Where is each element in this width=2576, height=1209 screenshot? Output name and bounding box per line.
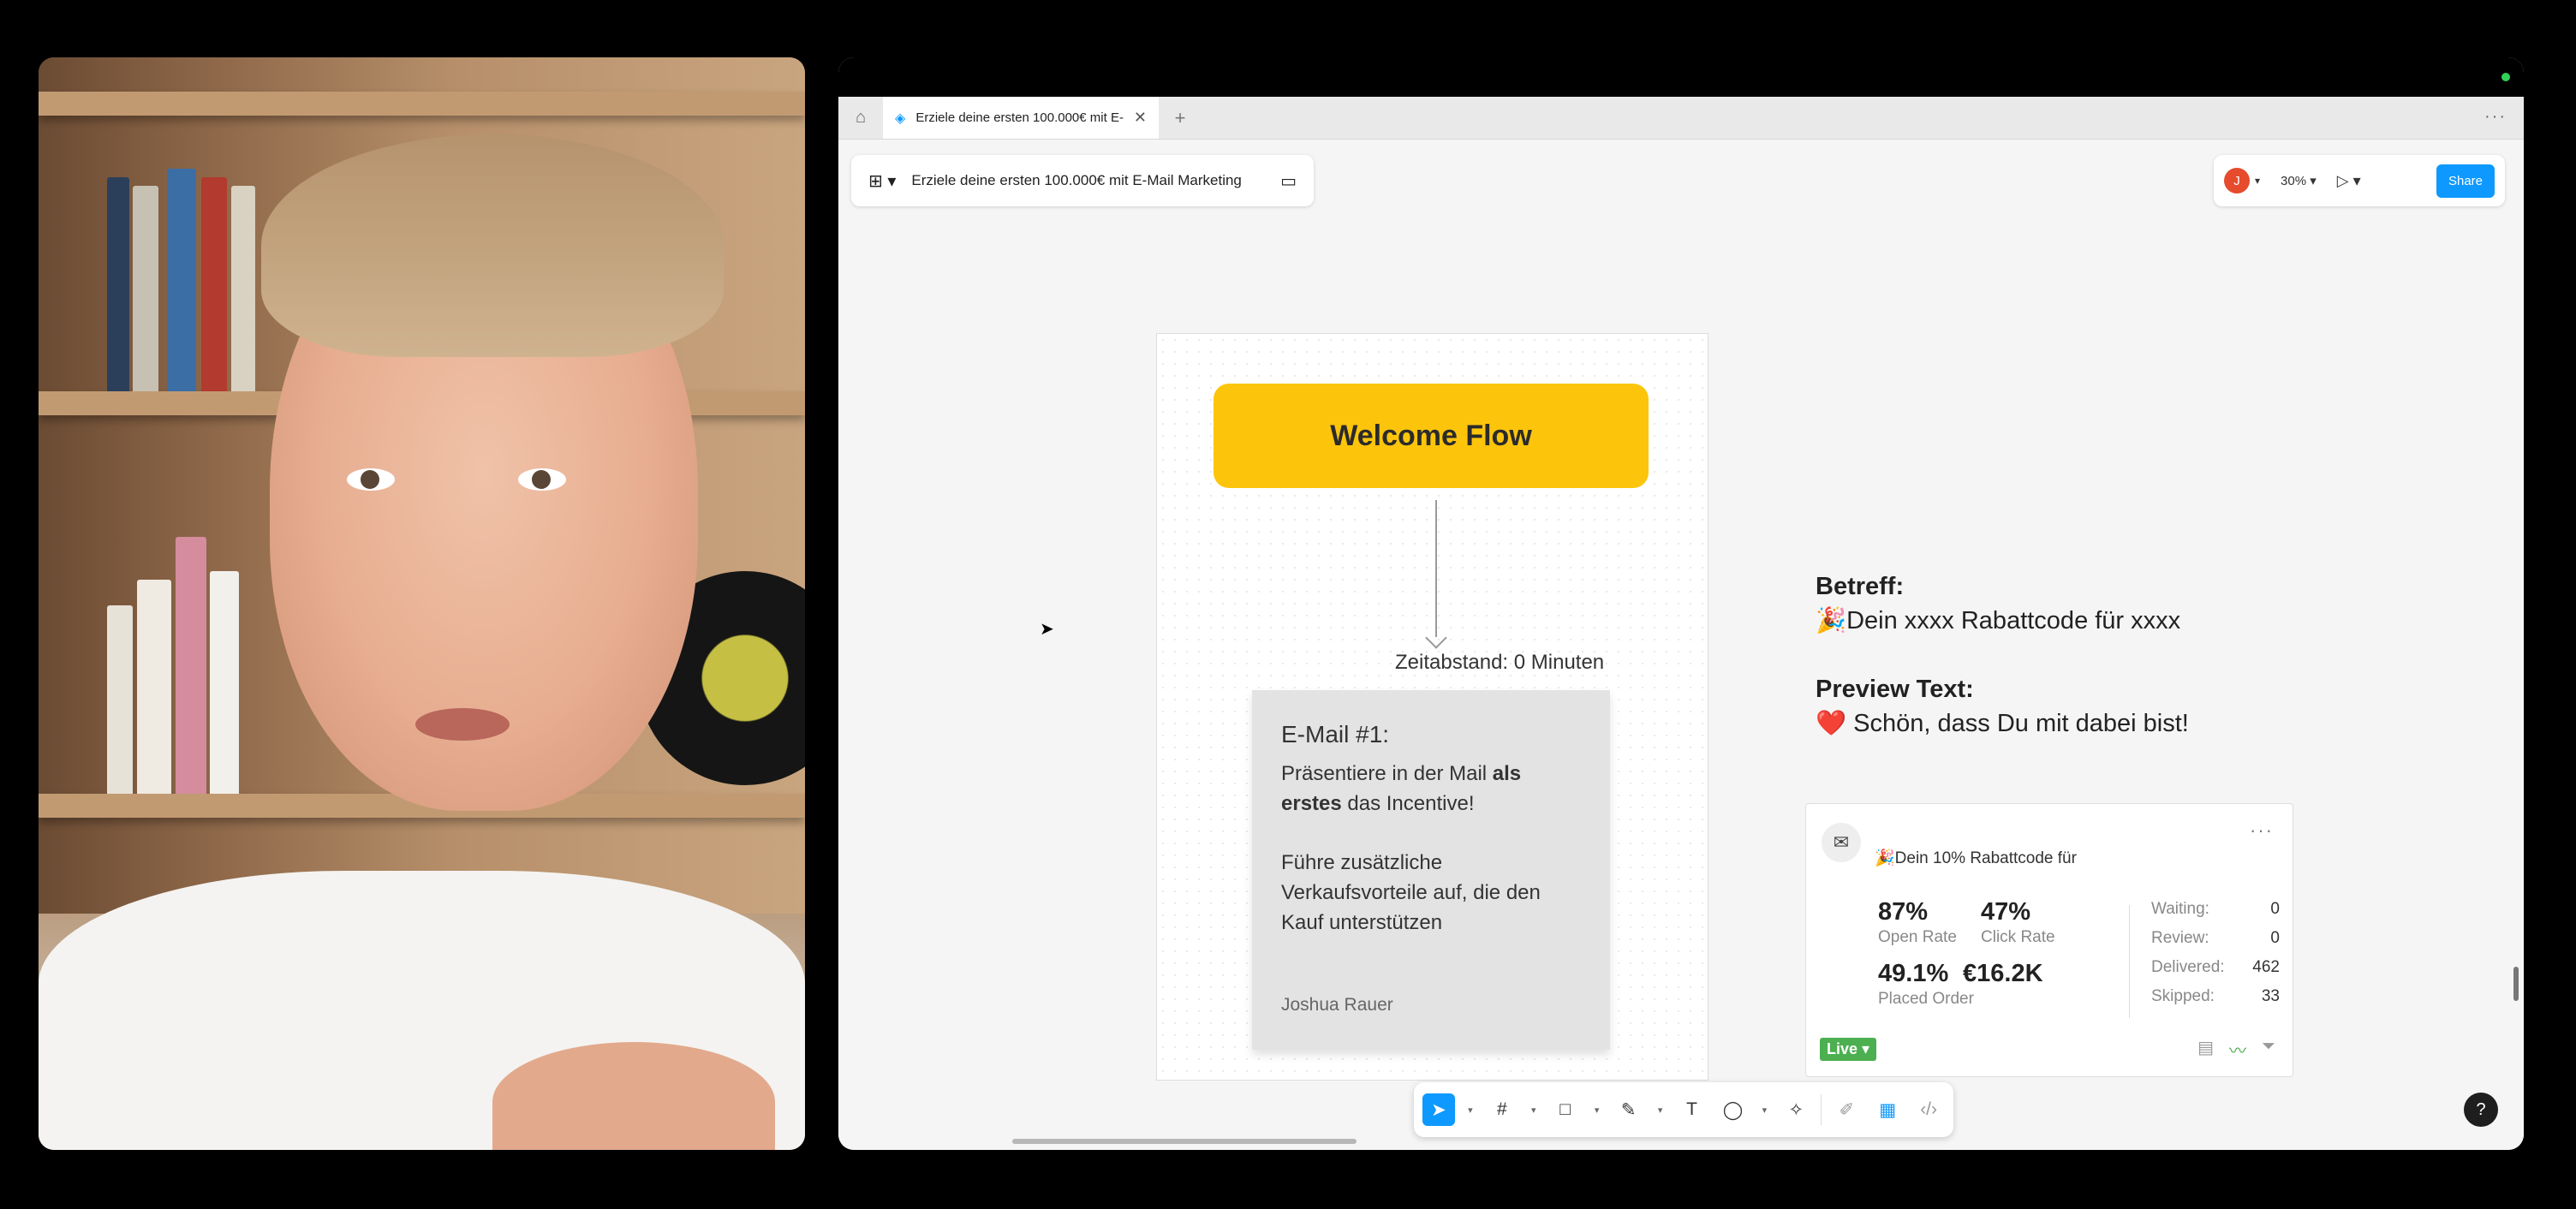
email-sticky-note[interactable]: E-Mail #1: Präsentiere in der Mail als e…: [1252, 690, 1610, 1050]
delay-label: Zeitabstand: 0 Minuten: [1395, 651, 1605, 674]
book: [210, 571, 239, 794]
mail-icon: ✉: [1822, 823, 1861, 862]
zoom-level[interactable]: 30% ▾: [2272, 168, 2325, 194]
mouth: [415, 708, 510, 741]
toolbar-divider: [1821, 1094, 1822, 1125]
pen-tool-icon[interactable]: ✎: [1613, 1093, 1645, 1126]
chevron-down-icon[interactable]: ▾: [2255, 175, 2260, 187]
new-tab-button[interactable]: +: [1159, 97, 1202, 139]
card-actions: ▤ 〰 ⏷: [2197, 1037, 2275, 1062]
tab-title: Erziele deine ersten 100.000€ mit E-Mail…: [915, 110, 1124, 125]
file-name[interactable]: Erziele deine ersten 100.000€ mit E-Mail…: [911, 172, 1242, 189]
email-instruction-2: Führe zusätzliche Verkaufsvorteile auf, …: [1281, 851, 1541, 934]
status-skipped: Skipped: 33: [2151, 987, 2280, 1005]
filter-icon[interactable]: ⏷: [2262, 1037, 2275, 1062]
preview-value: ❤️ Schön, dass Du mit dabei bist!: [1816, 710, 2189, 737]
design-mode-icon[interactable]: ▦: [1871, 1093, 1904, 1126]
analytics-icon[interactable]: 〰: [2229, 1037, 2246, 1062]
preview-label: Preview Text:: [1816, 676, 1974, 703]
book: [133, 186, 158, 391]
chevron-down-icon[interactable]: ▾: [1757, 1093, 1771, 1126]
divider: [2129, 905, 2130, 1018]
avatar[interactable]: J: [2224, 168, 2250, 194]
comment-tool-icon[interactable]: ◯: [1716, 1093, 1749, 1126]
actions-tool-icon[interactable]: ✧: [1780, 1093, 1812, 1126]
shelf: [39, 92, 805, 116]
bottom-toolbar: ➤ ▾ # ▾ □ ▾ ✎ ▾ T ◯ ▾ ✧ ✐ ▦ ‹/›: [1414, 1082, 1953, 1137]
move-tool-icon[interactable]: ➤: [1422, 1093, 1455, 1126]
chevron-down-icon[interactable]: ▾: [1464, 1093, 1477, 1126]
welcome-flow-frame[interactable]: Welcome Flow Zeitabstand: 0 Minuten E-Ma…: [1156, 333, 1708, 1081]
subject-value: 🎉Dein xxxx Rabattcode für xxxx: [1816, 607, 2181, 634]
book: [231, 186, 255, 391]
file-menu-bar: ⊞ ▾ Erziele deine ersten 100.000€ mit E-…: [851, 155, 1314, 206]
subject-label: Betreff:: [1816, 573, 1905, 600]
present-icon[interactable]: ▷ ▾: [2337, 172, 2361, 190]
frame-tool-icon[interactable]: #: [1486, 1093, 1518, 1126]
sidebar-toggle-icon[interactable]: ▭: [1280, 170, 1297, 192]
figma-window: ⌂ ◈ Erziele deine ersten 100.000€ mit E-…: [838, 57, 2524, 1150]
status-delivered: Delivered: 462: [2151, 958, 2280, 976]
book: [137, 580, 171, 794]
home-icon[interactable]: ⌂: [838, 97, 883, 139]
canvas[interactable]: ⊞ ▾ Erziele deine ersten 100.000€ mit E-…: [838, 140, 2524, 1150]
eye: [347, 468, 395, 491]
eye: [518, 468, 566, 491]
draw-mode-icon[interactable]: ✐: [1830, 1093, 1863, 1126]
help-button[interactable]: ?: [2464, 1093, 2498, 1127]
live-status-badge[interactable]: Live ▾: [1820, 1038, 1877, 1061]
email-subject: 🎉Dein 10% Rabattcode für: [1875, 849, 2077, 867]
book: [201, 177, 227, 391]
figjam-file-icon: ◈: [895, 110, 906, 126]
flow-title[interactable]: Welcome Flow: [1213, 384, 1649, 488]
close-icon[interactable]: ✕: [1134, 109, 1147, 127]
book: [167, 169, 196, 391]
status-waiting: Waiting: 0: [2151, 900, 2280, 918]
hair: [261, 134, 724, 357]
chevron-down-icon[interactable]: ▾: [1590, 1093, 1604, 1126]
chevron-down-icon[interactable]: ▾: [1654, 1093, 1667, 1126]
email-details-text[interactable]: Betreff: 🎉Dein xxxx Rabattcode für xxxx …: [1816, 569, 2189, 741]
dev-mode-icon[interactable]: ‹/›: [1912, 1093, 1945, 1126]
more-options-icon[interactable]: ···: [2484, 107, 2507, 127]
share-button[interactable]: Share: [2436, 164, 2495, 198]
email-title: E-Mail #1:: [1281, 721, 1390, 747]
arrow-down-icon: [1425, 627, 1447, 649]
placed-order-metric: 49.1% Placed Order: [1878, 960, 1974, 1008]
status-review: Review: 0: [2151, 929, 2280, 947]
rectangle-tool-icon[interactable]: □: [1549, 1093, 1582, 1126]
header-controls: J ▾ 30% ▾ ▷ ▾ Share: [2214, 155, 2505, 206]
recording-indicator: [2501, 73, 2510, 81]
revenue-metric: €16.2K: [1963, 960, 2043, 987]
main-menu-icon[interactable]: ⊞ ▾: [868, 170, 896, 192]
connector-line: [1435, 500, 1437, 637]
sticky-author: Joshua Rauer: [1281, 995, 1393, 1015]
book: [107, 605, 133, 794]
title-bar: [838, 57, 2524, 97]
more-options-icon[interactable]: ···: [2250, 819, 2274, 842]
preview-icon[interactable]: ▤: [2197, 1037, 2214, 1062]
text-tool-icon[interactable]: T: [1676, 1093, 1708, 1126]
webcam-video: [39, 57, 805, 1150]
email-stats-card[interactable]: ✉ 🎉Dein 10% Rabattcode für ··· 87% Open …: [1805, 803, 2293, 1077]
horizontal-scrollbar[interactable]: [1012, 1139, 1357, 1144]
chevron-down-icon[interactable]: ▾: [1527, 1093, 1541, 1126]
tab-active-file[interactable]: ◈ Erziele deine ersten 100.000€ mit E-Ma…: [883, 97, 1159, 139]
email-instruction-1: Präsentiere in der Mail als erstes das I…: [1281, 762, 1522, 815]
book: [107, 177, 129, 391]
vertical-scrollbar[interactable]: [2513, 967, 2519, 1001]
click-rate-metric: 47% Click Rate: [1981, 898, 2055, 946]
book: [176, 537, 206, 794]
open-rate-metric: 87% Open Rate: [1878, 898, 1957, 946]
tab-bar: ⌂ ◈ Erziele deine ersten 100.000€ mit E-…: [838, 97, 2524, 140]
mouse-cursor-icon: ➤: [1040, 620, 1054, 639]
